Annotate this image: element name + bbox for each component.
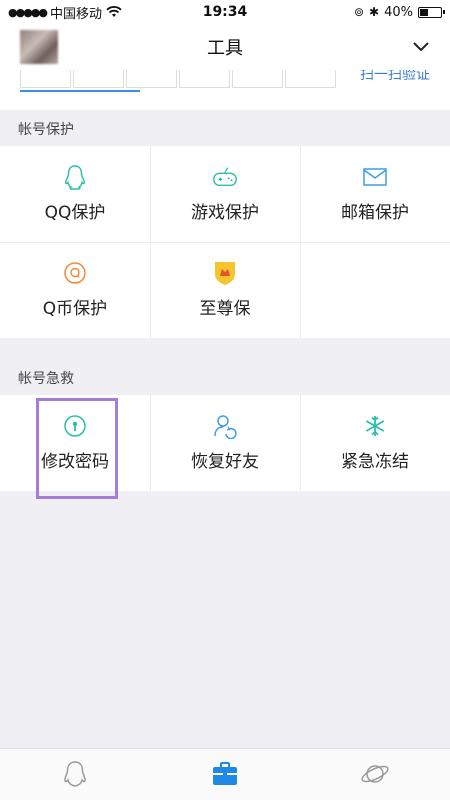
friend-restore-icon xyxy=(212,413,238,439)
verification-panel: 扫一扫验证 xyxy=(0,70,450,110)
item-label: 游戏保护 xyxy=(191,203,259,223)
item-label: 邮箱保护 xyxy=(341,203,409,223)
code-box xyxy=(285,70,336,88)
snowflake-icon xyxy=(362,413,388,439)
avatar[interactable] xyxy=(20,30,58,64)
qcoin-protect-item[interactable]: Q币保护 xyxy=(0,242,150,337)
gamepad-icon xyxy=(212,164,238,190)
premium-protect-item[interactable]: 至尊保 xyxy=(150,242,300,337)
item-label: 恢复好友 xyxy=(191,452,259,472)
protect-grid: QQ保护 游戏保护 邮箱保护 Q币保护 至尊保 xyxy=(0,146,450,338)
item-label: 紧急冻结 xyxy=(341,452,409,472)
rotation-lock-icon: ⊚ xyxy=(353,5,365,19)
toolbox-tab-icon[interactable] xyxy=(210,759,240,789)
qq-protect-item[interactable]: QQ保护 xyxy=(0,146,150,241)
signal-icon: ●●●●● xyxy=(8,5,48,19)
item-label: Q币保护 xyxy=(42,299,108,319)
code-progress xyxy=(20,90,140,92)
qq-tab-icon[interactable] xyxy=(60,759,90,789)
page-title: 工具 xyxy=(207,38,243,59)
game-protect-item[interactable]: 游戏保护 xyxy=(150,146,300,241)
scan-verify-link[interactable]: 扫一扫验证 xyxy=(360,70,430,84)
mail-protect-item[interactable]: 邮箱保护 xyxy=(300,146,450,241)
q-coin-icon xyxy=(62,260,88,286)
item-label: QQ保护 xyxy=(44,203,106,223)
code-boxes xyxy=(20,70,336,88)
wifi-icon xyxy=(106,6,122,17)
battery-percent: 40% xyxy=(384,4,413,20)
selection-highlight xyxy=(36,398,118,499)
penguin-icon xyxy=(62,164,88,190)
planet-tab-icon[interactable] xyxy=(360,759,390,789)
code-box xyxy=(179,70,230,88)
item-label: 至尊保 xyxy=(199,299,251,319)
code-box xyxy=(20,70,71,88)
code-box xyxy=(126,70,177,88)
clock: 19:34 xyxy=(202,4,248,20)
section-title-rescue: 帐号急救 xyxy=(18,371,74,387)
status-bar: ●●●●● 中国移动 19:34 ⊚ ✱ 40% xyxy=(0,0,450,24)
chevron-down-icon[interactable] xyxy=(412,38,430,56)
tab-bar xyxy=(0,748,450,800)
code-box xyxy=(232,70,283,88)
battery-icon xyxy=(418,6,445,18)
restore-friends-item[interactable]: 恢复好友 xyxy=(150,395,300,490)
emergency-freeze-item[interactable]: 紧急冻结 xyxy=(300,395,450,490)
mail-icon xyxy=(362,164,388,190)
bluetooth-icon: ✱ xyxy=(369,5,380,19)
code-box xyxy=(73,70,124,88)
section-title-protect: 帐号保护 xyxy=(18,122,74,138)
carrier-label: 中国移动 xyxy=(50,6,103,22)
app-header: 工具 xyxy=(0,24,450,70)
shield-icon xyxy=(212,260,238,286)
